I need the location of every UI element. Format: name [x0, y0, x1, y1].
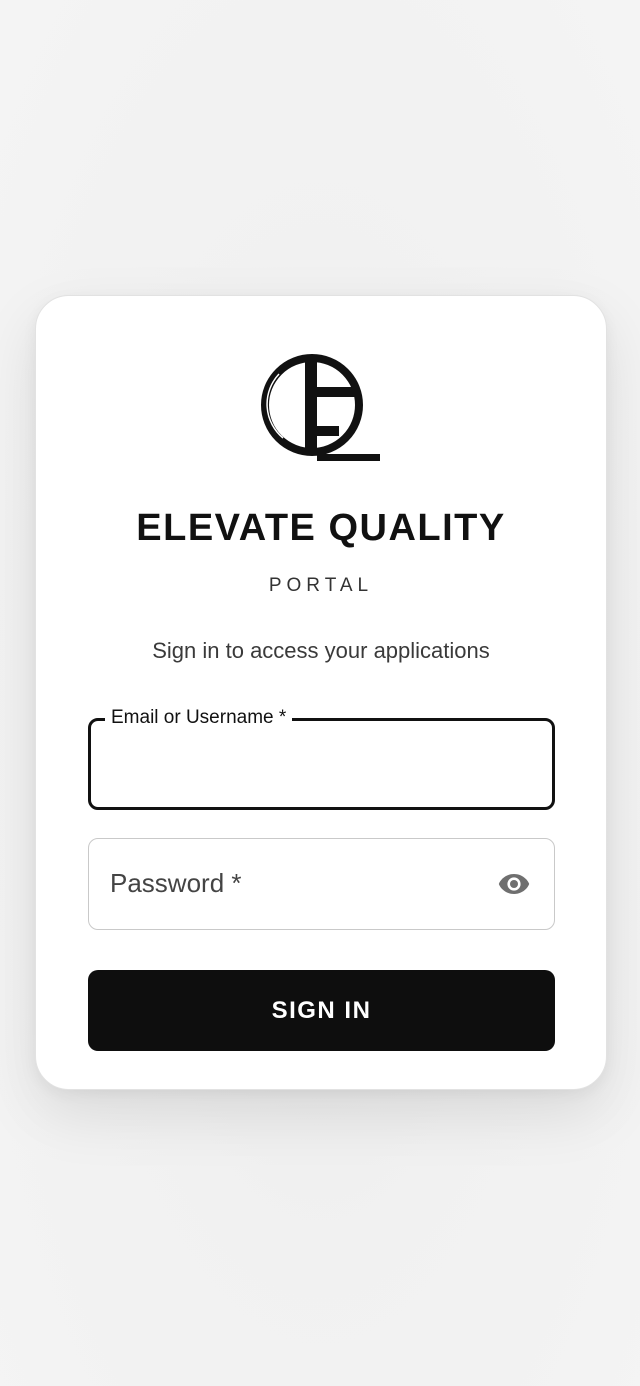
- password-input[interactable]: [107, 839, 487, 929]
- login-card: ELEVATE QUALITY PORTAL Sign in to access…: [35, 295, 607, 1090]
- eye-icon[interactable]: [498, 870, 530, 898]
- email-field[interactable]: Email or Username *: [88, 705, 555, 810]
- brand-title: ELEVATE QUALITY: [136, 507, 506, 549]
- email-input[interactable]: [109, 721, 489, 807]
- brand-subtitle: PORTAL: [268, 575, 374, 596]
- eq-monogram-icon: [261, 350, 383, 466]
- sign-in-button[interactable]: SIGN IN: [88, 970, 555, 1051]
- signin-tagline: Sign in to access your applications: [152, 638, 490, 663]
- password-field[interactable]: Password *: [88, 838, 555, 930]
